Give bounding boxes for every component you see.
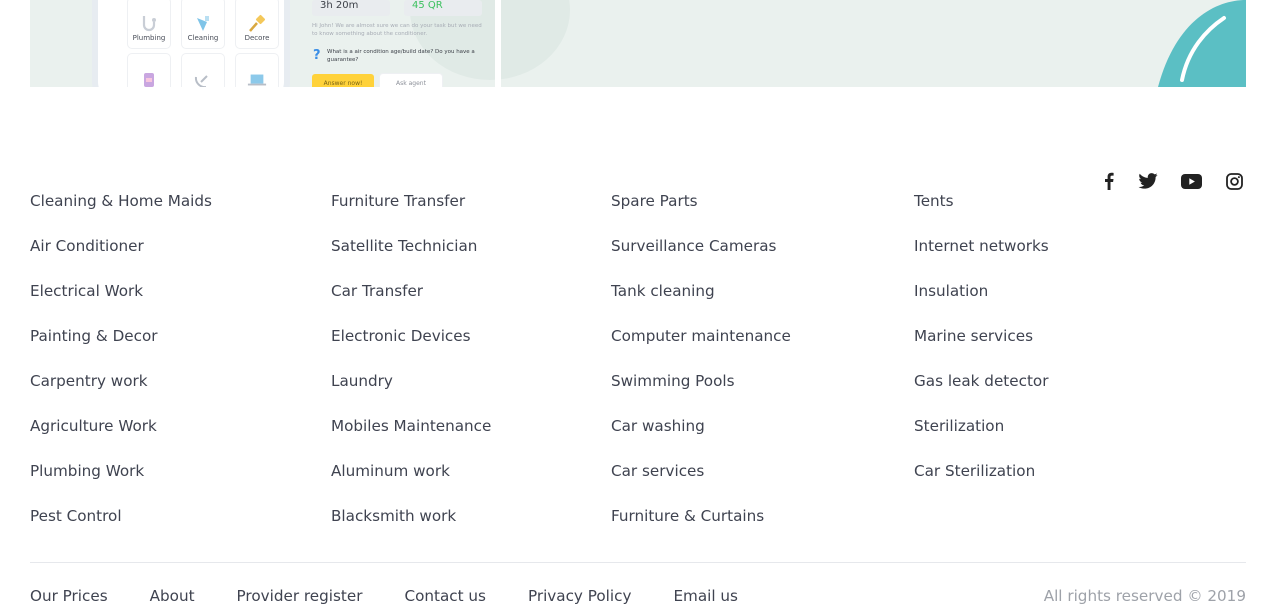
footer-nav: Our Prices About Provider register Conta… (30, 587, 780, 609)
category-label: Cleaning (187, 34, 219, 42)
ask-agent-button[interactable]: Ask agent (380, 74, 442, 87)
service-link[interactable]: Furniture Transfer (331, 190, 491, 235)
service-link[interactable]: Painting & Decor (30, 325, 212, 370)
services-column-4: Tents Internet networks Insulation Marin… (914, 190, 1049, 505)
service-link[interactable]: Aluminum work (331, 460, 491, 505)
service-link[interactable]: Surveillance Cameras (611, 235, 791, 280)
service-link[interactable]: Electronic Devices (331, 325, 491, 370)
leaf-decoration (1158, 0, 1246, 87)
category-tile-plumbing: Plumbing (128, 0, 170, 48)
service-link[interactable]: Sterilization (914, 415, 1049, 460)
service-link[interactable]: Air Conditioner (30, 235, 212, 280)
service-link[interactable]: Electrical Work (30, 280, 212, 325)
category-tile (128, 54, 170, 87)
twitter-icon[interactable] (1137, 171, 1159, 191)
instagram-icon[interactable] (1223, 171, 1245, 191)
service-link[interactable]: Carpentry work (30, 370, 212, 415)
service-link[interactable]: Laundry (331, 370, 491, 415)
service-link[interactable]: Car Sterilization (914, 460, 1049, 505)
service-link[interactable]: Mobiles Maintenance (331, 415, 491, 460)
service-link[interactable]: Internet networks (914, 235, 1049, 280)
service-link[interactable]: Swimming Pools (611, 370, 791, 415)
service-link[interactable]: Tank cleaning (611, 280, 791, 325)
services-column-3: Spare Parts Surveillance Cameras Tank cl… (611, 190, 791, 550)
services-column-1: Cleaning & Home Maids Air Conditioner El… (30, 190, 212, 550)
service-link[interactable]: Car washing (611, 415, 791, 460)
hero-banner: Plumbing Cleaning Decore 3h 20m 45 QR Hi… (30, 0, 1246, 87)
social-links (1098, 171, 1246, 191)
service-link[interactable]: Plumbing Work (30, 460, 212, 505)
footer-divider (30, 562, 1246, 563)
service-link[interactable]: Blacksmith work (331, 505, 491, 550)
provider-register-link[interactable]: Provider register (237, 587, 363, 609)
category-label: Decore (244, 34, 270, 42)
contact-us-link[interactable]: Contact us (404, 587, 485, 609)
service-link[interactable]: Pest Control (30, 505, 212, 550)
privacy-policy-link[interactable]: Privacy Policy (528, 587, 632, 609)
chat-message: Hi John! We are almost sure we can do yo… (312, 23, 482, 37)
service-link[interactable]: Cleaning & Home Maids (30, 190, 212, 235)
service-link[interactable]: Insulation (914, 280, 1049, 325)
email-us-link[interactable]: Email us (673, 587, 738, 609)
answer-now-button[interactable]: Answer now! (312, 74, 374, 87)
chat-preview: 3h 20m 45 QR Hi John! We are almost sure… (310, 0, 485, 87)
cleaning-spray-icon (193, 14, 213, 34)
service-link[interactable]: Spare Parts (611, 190, 791, 235)
category-tile-cleaning: Cleaning (182, 0, 224, 48)
services-column-2: Furniture Transfer Satellite Technician … (331, 190, 491, 550)
category-tile (236, 54, 278, 87)
satellite-dish-icon (193, 70, 213, 87)
service-link[interactable]: Furniture & Curtains (611, 505, 791, 550)
category-tile-decore: Decore (236, 0, 278, 48)
service-link[interactable]: Computer maintenance (611, 325, 791, 370)
about-link[interactable]: About (150, 587, 195, 609)
service-link[interactable]: Satellite Technician (331, 235, 491, 280)
service-link[interactable]: Tents (914, 190, 1049, 235)
detergent-icon (139, 70, 159, 87)
service-link[interactable]: Marine services (914, 325, 1049, 370)
question-icon: ? (313, 48, 321, 63)
chat-question: What is a air condition age/build date? … (327, 49, 475, 63)
laptop-icon (247, 70, 267, 87)
service-link[interactable]: Car services (611, 460, 791, 505)
price-pill: 45 QR (404, 0, 482, 16)
pipe-icon (139, 14, 159, 34)
service-link[interactable]: Agriculture Work (30, 415, 212, 460)
our-prices-link[interactable]: Our Prices (30, 587, 108, 609)
category-tile (182, 54, 224, 87)
service-link[interactable]: Car Transfer (331, 280, 491, 325)
category-label: Plumbing (132, 34, 166, 42)
copyright-text: All rights reserved © 2019 (1043, 587, 1246, 605)
paint-brush-icon (247, 14, 267, 34)
facebook-icon[interactable] (1098, 171, 1120, 191)
service-link[interactable]: Gas leak detector (914, 370, 1049, 415)
youtube-icon[interactable] (1180, 171, 1202, 191)
phone-mockup: Plumbing Cleaning Decore (98, 0, 284, 87)
duration-pill: 3h 20m (312, 0, 390, 16)
hero-divider (495, 0, 501, 87)
